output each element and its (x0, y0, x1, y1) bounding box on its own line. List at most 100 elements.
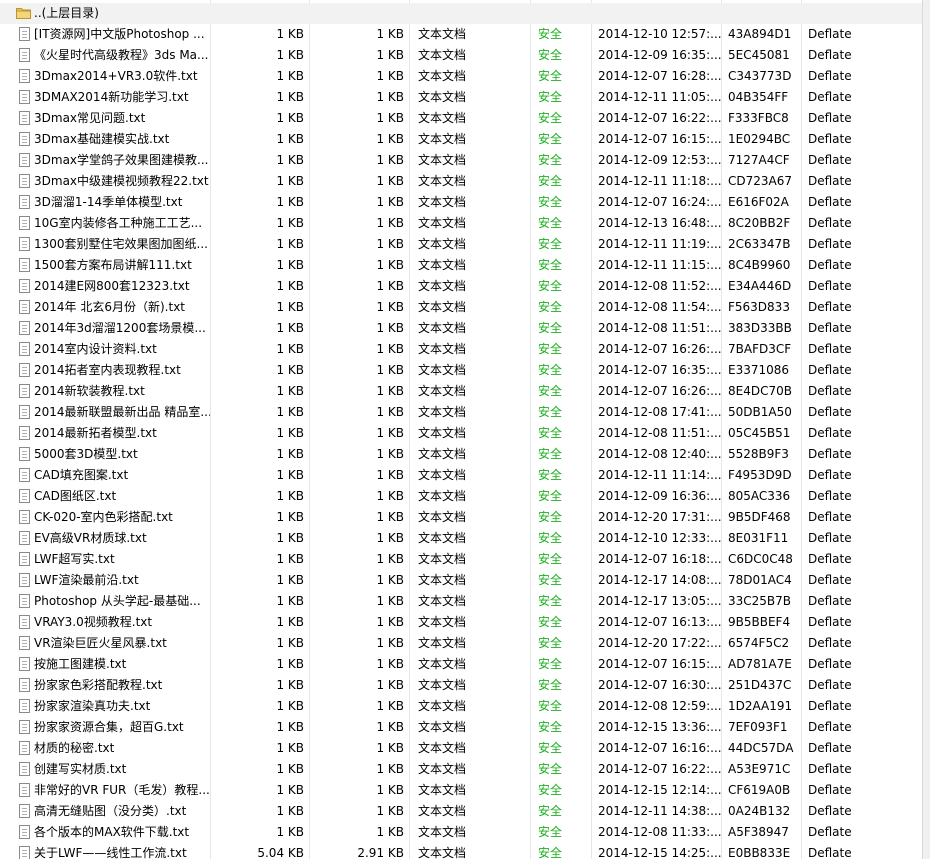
file-name: VR渲染巨匠火星风暴.txt (34, 636, 167, 650)
file-size: 1 KB (276, 321, 304, 335)
file-row[interactable]: 2014室内设计资料.txt 1 KB 1 KB 文本文档 安全 2014-12-07 1… (0, 339, 930, 360)
modified-time: 2014-12-07 16:22:... (598, 762, 722, 776)
file-type: 文本文档 (418, 552, 467, 566)
packed-size: 1 KB (376, 825, 404, 839)
file-name: 3Dmax中级建模视频教程22.txt (34, 174, 209, 188)
file-row[interactable]: CAD图纸区.txt 1 KB 1 KB 文本文档 安全 2014-12-09 16:36… (0, 486, 930, 507)
file-row[interactable]: 2014建E网800套12323.txt 1 KB 1 KB 文本文档 安全 2014-1… (0, 276, 930, 297)
compression-method: Deflate (808, 216, 852, 230)
file-row[interactable]: 扮家家渲染真功夫.txt 1 KB 1 KB 文本文档 安全 2014-12-08 12:… (0, 696, 930, 717)
file-row[interactable]: 3D溜溜1-14季单体模型.txt 1 KB 1 KB 文本文档 安全 2014-12-0… (0, 192, 930, 213)
safe-label: 安全 (538, 426, 563, 440)
file-row[interactable]: Photoshop 从头学起-最基础... 1 KB 1 KB 文本文档 安全 2014-… (0, 591, 930, 612)
file-name: 创建写实材质.txt (34, 762, 127, 776)
crc-value: C6DC0C48 (728, 552, 793, 566)
modified-time: 2014-12-07 16:13:... (598, 615, 722, 629)
file-row[interactable]: LWF渲染最前沿.txt 1 KB 1 KB 文本文档 安全 2014-12-17 14:… (0, 570, 930, 591)
packed-size: 1 KB (376, 762, 404, 776)
security-status: 安全 (534, 507, 590, 528)
file-name: VRAY3.0视频教程.txt (34, 615, 153, 629)
packed-size: 1 KB (376, 594, 404, 608)
compression-method: Deflate (808, 27, 852, 41)
crc-value: 04B354FF (728, 90, 789, 104)
file-row[interactable]: 按施工图建模.txt 1 KB 1 KB 文本文档 安全 2014-12-07 16:15… (0, 654, 930, 675)
file-row[interactable]: 非常好的VR FUR（毛发）教程... 1 KB 1 KB 文本文档 安全 2014-12… (0, 780, 930, 801)
file-row[interactable]: 扮家家资源合集，超百G.txt 1 KB 1 KB 文本文档 安全 2014-12-15 … (0, 717, 930, 738)
modified-time: 2014-12-07 16:15:... (598, 657, 722, 671)
file-size: 1 KB (276, 195, 304, 209)
vertical-scrollbar[interactable] (922, 0, 930, 859)
file-size: 1 KB (276, 111, 304, 125)
file-row[interactable]: 2014最新拓者模型.txt 1 KB 1 KB 文本文档 安全 2014-12-08 1… (0, 423, 930, 444)
parent-directory-row[interactable]: ..(上层目录) (0, 3, 930, 24)
file-row[interactable]: 10G室内装修各工种施工工艺... 1 KB 1 KB 文本文档 安全 2014-12-1… (0, 213, 930, 234)
compression-method: Deflate (808, 741, 852, 755)
safe-label: 安全 (538, 27, 563, 41)
file-size: 1 KB (276, 174, 304, 188)
file-row[interactable]: 1500套方案布局讲解111.txt 1 KB 1 KB 文本文档 安全 2014-12-… (0, 255, 930, 276)
file-row[interactable]: 1300套别墅住宅效果图加图纸... 1 KB 1 KB 文本文档 安全 2014-12-… (0, 234, 930, 255)
crc-value: A5F38947 (728, 825, 789, 839)
file-row[interactable]: 2014最新联盟最新出品 精品室... 1 KB 1 KB 文本文档 安全 2014-12… (0, 402, 930, 423)
file-row[interactable]: 3Dmax常见问题.txt 1 KB 1 KB 文本文档 安全 2014-12-07 16… (0, 108, 930, 129)
file-row[interactable]: 3DMAX2014新功能学习.txt 1 KB 1 KB 文本文档 安全 2014-12-… (0, 87, 930, 108)
file-type: 文本文档 (418, 153, 467, 167)
packed-size: 1 KB (376, 405, 404, 419)
safe-label: 安全 (538, 657, 563, 671)
modified-time: 2014-12-07 16:15:... (598, 132, 722, 146)
safe-label: 安全 (538, 48, 563, 62)
file-type: 文本文档 (418, 447, 467, 461)
security-status: 安全 (534, 528, 590, 549)
file-row[interactable]: 2014年3d溜溜1200套场景模... 1 KB 1 KB 文本文档 安全 2014-1… (0, 318, 930, 339)
file-row[interactable]: EV高级VR材质球.txt 1 KB 1 KB 文本文档 安全 2014-12-10 12… (0, 528, 930, 549)
file-name: 2014建E网800套12323.txt (34, 279, 190, 293)
file-row[interactable]: VRAY3.0视频教程.txt 1 KB 1 KB 文本文档 安全 2014-12-07 … (0, 612, 930, 633)
file-type: 文本文档 (418, 573, 467, 587)
safe-label: 安全 (538, 153, 563, 167)
file-row[interactable]: LWF超写实.txt 1 KB 1 KB 文本文档 安全 2014-12-07 16:18… (0, 549, 930, 570)
security-status: 安全 (534, 801, 590, 822)
file-row[interactable]: 各个版本的MAX软件下载.txt 1 KB 1 KB 文本文档 安全 2014-12-08… (0, 822, 930, 843)
modified-time: 2014-12-08 17:41:... (598, 405, 722, 419)
packed-size: 1 KB (376, 699, 404, 713)
file-row[interactable]: 创建写实材质.txt 1 KB 1 KB 文本文档 安全 2014-12-07 16:22… (0, 759, 930, 780)
packed-size: 1 KB (376, 237, 404, 251)
crc-value: A53E971C (728, 762, 791, 776)
file-row[interactable]: 3Dmax2014+VR3.0软件.txt 1 KB 1 KB 文本文档 安全 2014-… (0, 66, 930, 87)
file-type: 文本文档 (418, 48, 467, 62)
file-row[interactable]: CK-020-室内色彩搭配.txt 1 KB 1 KB 文本文档 安全 2014-12-2… (0, 507, 930, 528)
compression-method: Deflate (808, 468, 852, 482)
archive-file-list: ..(上层目录) [IT资源网]中文版Photoshop ... 1 KB 1 KB… (0, 0, 930, 859)
file-row[interactable]: 3Dmax基础建模实战.txt 1 KB 1 KB 文本文档 安全 2014-12-07 … (0, 129, 930, 150)
file-type: 文本文档 (418, 384, 467, 398)
compression-method: Deflate (808, 783, 852, 797)
packed-size: 1 KB (376, 573, 404, 587)
modified-time: 2014-12-20 17:22:... (598, 636, 722, 650)
file-row[interactable]: 5000套3D模型.txt 1 KB 1 KB 文本文档 安全 2014-12-08 12… (0, 444, 930, 465)
file-name: 按施工图建模.txt (34, 657, 127, 671)
file-row[interactable]: 2014新软装教程.txt 1 KB 1 KB 文本文档 安全 2014-12-07 16… (0, 381, 930, 402)
file-row[interactable]: 《火星时代高级教程》3ds Ma... 1 KB 1 KB 文本文档 安全 2014-12… (0, 45, 930, 66)
file-row[interactable]: 扮家家色彩搭配教程.txt 1 KB 1 KB 文本文档 安全 2014-12-07 16… (0, 675, 930, 696)
file-row[interactable]: 高清无缝贴图（没分类）.txt 1 KB 1 KB 文本文档 安全 2014-12-11 … (0, 801, 930, 822)
crc-value: F333FBC8 (728, 111, 789, 125)
file-row[interactable]: CAD填充图案.txt 1 KB 1 KB 文本文档 安全 2014-12-11 11:1… (0, 465, 930, 486)
packed-size: 1 KB (376, 615, 404, 629)
file-row[interactable]: 关于LWF——线性工作流.txt 5.04 KB 2.91 KB 文本文档 安全 2014… (0, 843, 930, 859)
file-row[interactable]: [IT资源网]中文版Photoshop ... 1 KB 1 KB 文本文档 安全 201… (0, 24, 930, 45)
packed-size: 1 KB (376, 510, 404, 524)
safe-label: 安全 (538, 111, 563, 125)
security-status: 安全 (534, 276, 590, 297)
file-name: 高清无缝贴图（没分类）.txt (34, 804, 187, 818)
security-status: 安全 (534, 822, 590, 843)
modified-time: 2014-12-15 13:36:... (598, 720, 722, 734)
file-row[interactable]: 3Dmax中级建模视频教程22.txt 1 KB 1 KB 文本文档 安全 2014-12… (0, 171, 930, 192)
file-row[interactable]: 2014年 北玄6月份（新).txt 1 KB 1 KB 文本文档 安全 2014-12-… (0, 297, 930, 318)
file-size: 1 KB (276, 132, 304, 146)
file-row[interactable]: VR渲染巨匠火星风暴.txt 1 KB 1 KB 文本文档 安全 2014-12-20 1… (0, 633, 930, 654)
packed-size: 1 KB (376, 279, 404, 293)
security-status: 安全 (534, 192, 590, 213)
file-row[interactable]: 2014拓者室内表现教程.txt 1 KB 1 KB 文本文档 安全 2014-12-07… (0, 360, 930, 381)
file-row[interactable]: 3Dmax学堂鸽子效果图建模教... 1 KB 1 KB 文本文档 安全 2014-12-… (0, 150, 930, 171)
file-row[interactable]: 材质的秘密.txt 1 KB 1 KB 文本文档 安全 2014-12-07 16:16:… (0, 738, 930, 759)
